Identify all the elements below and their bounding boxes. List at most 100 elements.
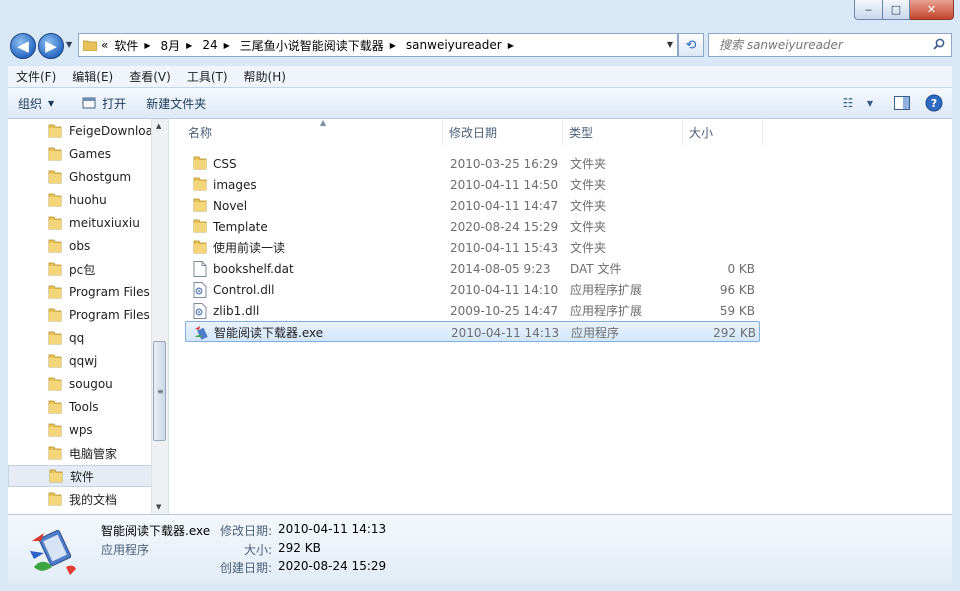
search-box[interactable] xyxy=(708,33,952,57)
column-type[interactable]: 类型 xyxy=(563,119,683,145)
navigation-pane: FeigeDownloa Games Ghostgum huohu meituxiuxi… xyxy=(8,119,169,514)
tree-item[interactable]: 软件 xyxy=(8,465,152,487)
file-row[interactable]: Template 2020-08-24 15:29 文件夹 xyxy=(185,216,760,237)
view-options-icon[interactable]: ☷ xyxy=(838,93,858,113)
tree-item-label: Program Files xyxy=(69,308,150,322)
tree-item[interactable]: huohu xyxy=(8,189,152,211)
tree-item[interactable]: FeigeDownloa xyxy=(8,120,152,142)
dll-icon xyxy=(193,281,207,298)
tree-item[interactable]: meituxiuxiu xyxy=(8,212,152,234)
file-name-cell: Novel xyxy=(193,195,443,216)
file-date: 2010-04-11 15:43 xyxy=(450,240,559,255)
file-type: 应用程序 xyxy=(571,326,620,340)
breadcrumb-overflow[interactable]: « xyxy=(101,38,108,52)
details-file-type: 应用程序 xyxy=(101,543,150,557)
open-button[interactable]: 打开 xyxy=(72,95,136,112)
close-button[interactable]: ✕ xyxy=(910,0,954,20)
tree-item[interactable]: obs xyxy=(8,235,152,257)
tree-item[interactable]: wps xyxy=(8,419,152,441)
scroll-down-icon[interactable]: ▼ xyxy=(156,503,161,511)
folder-icon xyxy=(48,331,62,345)
file-type: 文件夹 xyxy=(570,199,607,213)
recent-pages-dropdown-icon[interactable]: ▼ xyxy=(66,40,72,49)
organize-button[interactable]: 组织 ▼ xyxy=(8,95,64,112)
column-size[interactable]: 大小 xyxy=(683,119,763,145)
file-name-cell: 智能阅读下载器.exe xyxy=(194,322,444,343)
dll-icon xyxy=(193,302,207,319)
menu-tools[interactable]: 工具(T) xyxy=(179,68,236,85)
file-row[interactable]: 使用前读一读 2010-04-11 15:43 文件夹 xyxy=(185,237,760,258)
tree-item[interactable]: sougou xyxy=(8,373,152,395)
search-icon[interactable] xyxy=(933,38,945,50)
breadcrumb-chevron-icon[interactable]: ▶ xyxy=(224,41,230,50)
new-folder-button[interactable]: 新建文件夹 xyxy=(136,95,216,112)
tree-item[interactable]: Ghostgum xyxy=(8,166,152,188)
column-header: 名称 ▲ 修改日期 类型 大小 xyxy=(169,118,765,145)
address-bar[interactable]: « 软件 ▶ 8月 ▶ 24 ▶ 三尾鱼小说智能阅读下载器 ▶ sanweiyu… xyxy=(78,33,678,57)
preview-pane-icon[interactable] xyxy=(892,93,912,113)
menu-edit[interactable]: 编辑(E) xyxy=(64,68,121,85)
file-row[interactable]: bookshelf.dat 2014-08-05 9:23 DAT 文件 0 KB xyxy=(185,258,760,279)
menu-help[interactable]: 帮助(H) xyxy=(236,68,294,85)
search-input[interactable] xyxy=(717,37,931,53)
tree-item[interactable]: qqwj xyxy=(8,350,152,372)
file-date: 2014-08-05 9:23 xyxy=(450,261,551,276)
menu-view[interactable]: 查看(V) xyxy=(121,68,179,85)
column-name[interactable]: 名称 ▲ xyxy=(182,118,443,145)
breadcrumb-chevron-icon[interactable]: ▶ xyxy=(508,41,514,50)
forward-button[interactable]: ▶ xyxy=(38,33,64,59)
refresh-button[interactable]: ⟲ xyxy=(678,33,704,57)
file-row[interactable]: Novel 2010-04-11 14:47 文件夹 xyxy=(185,195,760,216)
tree-item[interactable]: pc包 xyxy=(8,258,152,280)
maximize-button[interactable]: □ xyxy=(883,0,910,20)
tree-item-label: obs xyxy=(69,239,91,253)
open-icon xyxy=(82,97,96,109)
details-size-value: 292 KB xyxy=(278,541,321,555)
file-row[interactable]: images 2010-04-11 14:50 文件夹 xyxy=(185,174,760,195)
tree-item[interactable]: 电脑管家 xyxy=(8,442,152,464)
file-row[interactable]: CSS 2010-03-25 16:29 文件夹 xyxy=(185,153,760,174)
folder-icon xyxy=(49,469,63,483)
breadcrumb-item[interactable]: 软件 xyxy=(114,37,138,54)
breadcrumb-chevron-icon[interactable]: ▶ xyxy=(186,41,192,50)
menu-bar: 文件(F) 编辑(E) 查看(V) 工具(T) 帮助(H) xyxy=(8,66,952,88)
file-name: Novel xyxy=(213,198,248,213)
scroll-up-icon[interactable]: ▲ xyxy=(156,122,161,130)
file-row[interactable]: zlib1.dll 2009-10-25 14:47 应用程序扩展 59 KB xyxy=(185,300,760,321)
scrollbar-thumb[interactable]: ≡ xyxy=(153,341,166,441)
back-button[interactable]: ◀ xyxy=(10,33,36,59)
tree-item-label: 软件 xyxy=(70,469,95,484)
tree-item[interactable]: 我的文档 xyxy=(8,488,152,510)
details-modified-label: 修改日期: xyxy=(219,524,272,538)
file-type: 文件夹 xyxy=(570,157,607,171)
menu-file[interactable]: 文件(F) xyxy=(8,68,64,85)
details-size-label: 大小: xyxy=(243,543,272,557)
tree-item[interactable]: Tools xyxy=(8,396,152,418)
file-row[interactable]: 智能阅读下载器.exe 2010-04-11 14:13 应用程序 292 KB xyxy=(185,321,760,342)
tree-item[interactable]: Program Files xyxy=(8,304,152,326)
breadcrumb-item[interactable]: 24 xyxy=(202,38,217,52)
tree-item[interactable]: Program Files xyxy=(8,281,152,303)
address-history-dropdown-icon[interactable]: ▼ xyxy=(667,40,673,49)
new-folder-label: 新建文件夹 xyxy=(146,96,207,111)
help-icon[interactable]: ? xyxy=(924,93,944,113)
file-date: 2010-04-11 14:50 xyxy=(450,177,559,192)
file-row[interactable]: Control.dll 2010-04-11 14:10 应用程序扩展 96 KB xyxy=(185,279,760,300)
breadcrumb-chevron-icon[interactable]: ▶ xyxy=(144,41,150,50)
breadcrumb-chevron-icon[interactable]: ▶ xyxy=(390,41,396,50)
breadcrumb-item[interactable]: sanweiyureader xyxy=(406,38,502,52)
folder-icon xyxy=(48,400,62,414)
breadcrumb-item[interactable]: 8月 xyxy=(161,37,181,54)
column-date[interactable]: 修改日期 xyxy=(443,119,563,145)
file-type: DAT 文件 xyxy=(570,262,622,276)
file-list: 名称 ▲ 修改日期 类型 大小 CSS 2010-03-25 16:29 文件夹 im… xyxy=(169,118,952,514)
breadcrumb-item[interactable]: 三尾鱼小说智能阅读下载器 xyxy=(240,37,384,54)
minimize-button[interactable]: ‒ xyxy=(854,0,883,20)
chevron-down-icon[interactable]: ▼ xyxy=(860,93,880,113)
tree-item[interactable]: Games xyxy=(8,143,152,165)
file-size: 0 KB xyxy=(727,261,755,276)
navigation-scrollbar[interactable]: ▲ ≡ ▼ xyxy=(151,119,168,514)
tree-item-label: Games xyxy=(69,147,111,161)
tree-item[interactable]: qq xyxy=(8,327,152,349)
file-name: 使用前读一读 xyxy=(213,241,286,255)
